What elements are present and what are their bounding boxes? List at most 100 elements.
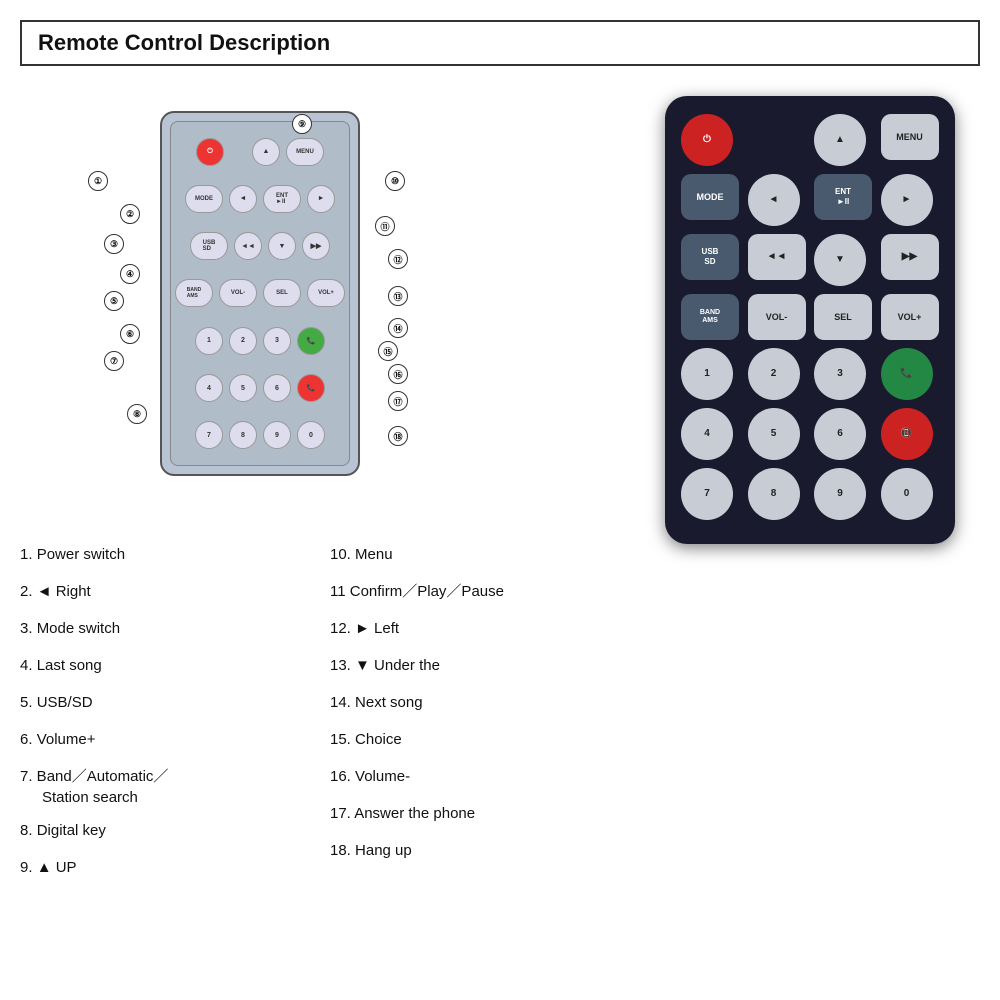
callout-2: ② — [120, 204, 140, 224]
sch-8-btn: 8 — [229, 421, 257, 449]
desc-item-5: 5. USB/SD — [20, 684, 310, 721]
sch-row-2: MODE ◄ ENT►II ► — [185, 185, 335, 213]
callout-15: ⑮ — [378, 341, 398, 361]
sch-ff-btn: ▶▶ — [302, 232, 330, 260]
desc-item-2: 2. ◄ Right — [20, 573, 310, 610]
callout-8: ⑧ — [127, 404, 147, 424]
rewind-button[interactable]: ◄◄ — [748, 234, 806, 280]
callout-7: ⑦ — [104, 351, 124, 371]
sch-power-btn: ⏻ — [196, 138, 224, 166]
sch-menu-btn: MENU — [286, 138, 324, 166]
desc-item-14: 14. Next song — [330, 684, 620, 721]
sch-volp-btn: VOL+ — [307, 279, 345, 307]
hangup-button[interactable]: 📵 — [881, 408, 933, 460]
remote-row-1: ⏻ ▲ MENU — [681, 114, 939, 166]
desc-item-11: 11 Confirm／Play／Pause — [330, 573, 620, 610]
key-3-button[interactable]: 3 — [814, 348, 866, 400]
sch-rew-btn: ◄◄ — [234, 232, 262, 260]
remote-row-4: BANDAMS VOL- SEL VOL+ — [681, 294, 939, 340]
desc-item-9: 9. ▲ UP — [20, 849, 310, 886]
sch-row-6: 4 5 6 📞 — [195, 374, 325, 402]
callout-1: ① — [88, 171, 108, 191]
schematic-remote: ⏻ ▲ MENU MODE ◄ ENT►II ► — [160, 111, 360, 476]
power-button[interactable]: ⏻ — [681, 114, 733, 166]
desc-item-6: 6. Volume+ — [20, 721, 310, 758]
key-7-button[interactable]: 7 — [681, 468, 733, 520]
left-button[interactable]: ◄ — [748, 174, 800, 226]
sch-usb-btn: USBSD — [190, 232, 228, 260]
sch-up-btn: ▲ — [252, 138, 280, 166]
key-4-button[interactable]: 4 — [681, 408, 733, 460]
desc-item-7: 7. Band／Automatic／ Station search — [20, 758, 310, 812]
up-button[interactable]: ▲ — [814, 114, 866, 166]
key-5-button[interactable]: 5 — [748, 408, 800, 460]
sch-row-4: BANDAMS VOL- SEL VOL+ — [175, 279, 345, 307]
sch-row-7: 7 8 9 0 — [195, 421, 325, 449]
schematic-inner: ⏻ ▲ MENU MODE ◄ ENT►II ► — [170, 121, 350, 466]
sch-1-btn: 1 — [195, 327, 223, 355]
remote-row-2: MODE ◄ ENT►II ► — [681, 174, 939, 226]
callout-9: ⑨ — [292, 114, 312, 134]
desc-item-16: 16. Volume- — [330, 758, 620, 795]
callout-16: ⑯ — [388, 364, 408, 384]
sch-sel-btn: SEL — [263, 279, 301, 307]
callout-14: ⑭ — [388, 318, 408, 338]
key-1-button[interactable]: 1 — [681, 348, 733, 400]
ent-button[interactable]: ENT►II — [814, 174, 872, 220]
content-row: ⏻ ▲ MENU MODE ◄ ENT►II ► — [20, 86, 980, 980]
sch-band-btn: BANDAMS — [175, 279, 213, 307]
page-title: Remote Control Description — [20, 20, 980, 66]
callout-4: ④ — [120, 264, 140, 284]
remote-row-3: USBSD ◄◄ ▼ ▶▶ — [681, 234, 939, 286]
desc-col-left: 1. Power switch 2. ◄ Right 3. Mode switc… — [20, 536, 310, 886]
sch-4-btn: 4 — [195, 374, 223, 402]
sch-9-btn: 9 — [263, 421, 291, 449]
sch-left-btn: ◄ — [229, 185, 257, 213]
desc-item-13: 13. ▼ Under the — [330, 647, 620, 684]
remote-row-5: 1 2 3 📞 — [681, 348, 939, 400]
desc-col-right: 10. Menu 11 Confirm／Play／Pause 12. ► Lef… — [330, 536, 620, 886]
callout-18: ⑱ — [388, 426, 408, 446]
key-6-button[interactable]: 6 — [814, 408, 866, 460]
key-2-button[interactable]: 2 — [748, 348, 800, 400]
mode-button[interactable]: MODE — [681, 174, 739, 220]
right-panel: ⏻ ▲ MENU MODE ◄ ENT►II ► USBSD ◄◄ ▼ — [640, 86, 980, 980]
desc-item-15: 15. Choice — [330, 721, 620, 758]
left-panel: ⏻ ▲ MENU MODE ◄ ENT►II ► — [20, 86, 620, 980]
sch-2-btn: 2 — [229, 327, 257, 355]
remote-row-6: 4 5 6 📵 — [681, 408, 939, 460]
sch-ent-btn: ENT►II — [263, 185, 301, 213]
usb-sd-button[interactable]: USBSD — [681, 234, 739, 280]
key-8-button[interactable]: 8 — [748, 468, 800, 520]
main-container: Remote Control Description ⏻ ▲ MENU — [0, 0, 1000, 1000]
sch-green-call-btn: 📞 — [297, 327, 325, 355]
sch-row-3: USBSD ◄◄ ▼ ▶▶ — [190, 232, 330, 260]
desc-item-4: 4. Last song — [20, 647, 310, 684]
key-9-button[interactable]: 9 — [814, 468, 866, 520]
remote-row-7: 7 8 9 0 — [681, 468, 939, 520]
desc-item-18: 18. Hang up — [330, 832, 620, 869]
sch-0-btn: 0 — [297, 421, 325, 449]
callout-10: ⑩ — [385, 171, 405, 191]
sch-row-5: 1 2 3 📞 — [195, 327, 325, 355]
sch-7-btn: 7 — [195, 421, 223, 449]
callout-5: ⑤ — [104, 291, 124, 311]
vol-plus-button[interactable]: VOL+ — [881, 294, 939, 340]
desc-item-17: 17. Answer the phone — [330, 795, 620, 832]
menu-button[interactable]: MENU — [881, 114, 939, 160]
down-button[interactable]: ▼ — [814, 234, 866, 286]
callout-12: ⑫ — [388, 249, 408, 269]
sch-5-btn: 5 — [229, 374, 257, 402]
vol-minus-button[interactable]: VOL- — [748, 294, 806, 340]
key-0-button[interactable]: 0 — [881, 468, 933, 520]
sch-volm-btn: VOL- — [219, 279, 257, 307]
answer-button[interactable]: 📞 — [881, 348, 933, 400]
sel-button[interactable]: SEL — [814, 294, 872, 340]
callout-11: ⑪ — [375, 216, 395, 236]
band-ams-button[interactable]: BANDAMS — [681, 294, 739, 340]
right-button[interactable]: ► — [881, 174, 933, 226]
desc-item-3: 3. Mode switch — [20, 610, 310, 647]
sch-right-btn: ► — [307, 185, 335, 213]
desc-item-12: 12. ► Left — [330, 610, 620, 647]
fast-forward-button[interactable]: ▶▶ — [881, 234, 939, 280]
